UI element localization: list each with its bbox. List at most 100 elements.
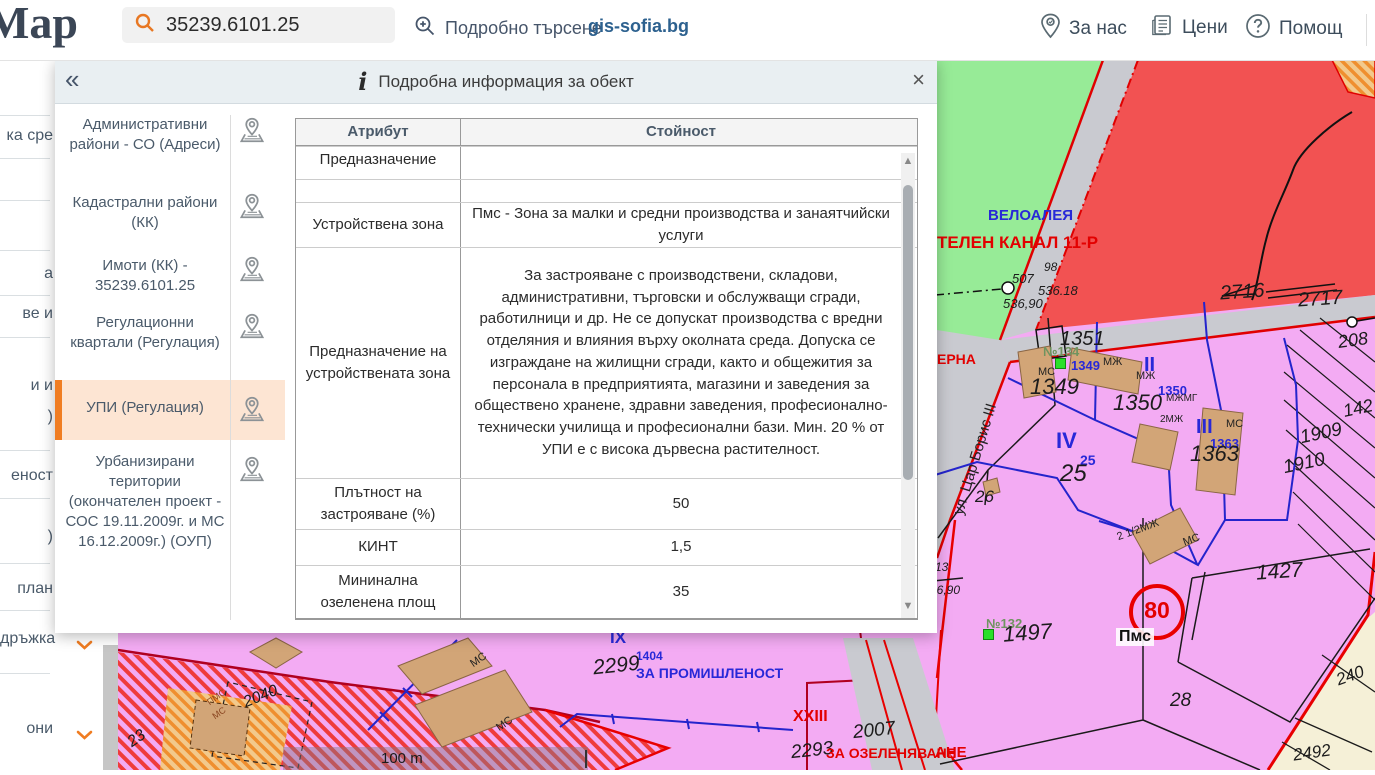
map-label-25: 25 [1060,460,1087,488]
divider [0,498,50,499]
sidebar-item-fragment[interactable]: ве и [0,305,53,323]
attr-cell: Предназначение на устройствената зона [296,248,461,478]
about-label: За нас [1069,18,1127,40]
map-label-507: 507 [1012,271,1034,286]
map-label-1363: 1363 [1190,441,1239,467]
map-label-1497: 1497 [1002,618,1053,647]
layer-item-regulacionni-kvartali[interactable]: Регулационни квартали (Регулация) [65,313,225,353]
map-pin-icon[interactable] [237,454,267,484]
attr-cell: КИНТ [296,530,461,565]
layer-item-upi-active[interactable]: УПИ (Регулация) [65,398,225,418]
map-label-536-18: 536.18 [1038,283,1078,298]
map-label-1427: 1427 [1255,558,1303,585]
scroll-up-icon[interactable]: ▲ [902,155,914,167]
info-icon: i [358,67,367,96]
value-cell: 1,5 [461,530,917,565]
sidebar-item-fragment[interactable]: ка сре [0,127,53,145]
sidebar-item-fragment[interactable]: план [0,580,53,598]
map-label-1350: 1350 [1113,390,1162,416]
sidebar-item-fragment[interactable]: ) [0,408,53,426]
value-cell: 35 [461,566,917,618]
divider [1366,14,1367,46]
map-label-kanal: ТЕЛЕН КАНАЛ 11-Р [937,233,1098,253]
map-label-ms-2: МС [1226,418,1243,430]
scroll-down-icon[interactable]: ▼ [902,600,914,612]
sidebar-item-fragment[interactable]: ) [0,528,53,546]
value-cell [461,180,917,202]
map-pin-icon[interactable] [237,394,267,424]
map-label-13: 13 [935,560,948,574]
collapse-panel-button[interactable]: « [65,64,79,95]
map-label-roman-iv: IV [1056,428,1077,454]
map-pin-icon[interactable] [237,191,267,221]
value-cell: За застрояване с производствени, складов… [461,248,917,478]
chevron-down-icon[interactable] [76,728,93,746]
search-plus-icon [414,15,436,42]
divider [0,295,50,296]
divider [0,337,50,338]
top-bar: Map Подробно търсене gis-sofia.bg За нас… [0,0,1375,61]
search-input[interactable] [164,13,368,38]
map-label-1349-blue: 1349 [1071,358,1100,373]
prices-button[interactable]: Цени [1150,13,1228,43]
table-row: Предназначение на устройствената зона За… [296,248,917,479]
divider [0,115,50,116]
divider [0,610,50,611]
map-label-2717: 2717 [1297,286,1343,312]
about-button[interactable]: За нас [1040,13,1127,45]
sidebar-item-fragment[interactable]: они [0,720,53,738]
map-pin-icon[interactable] [237,115,267,145]
help-button[interactable]: Помощ [1245,13,1343,45]
table-row [296,180,917,203]
map-label-28: 28 [1170,690,1191,712]
map-label-pms: Пмс [1116,628,1154,646]
location-pin-icon [1040,13,1061,45]
map-label-536-90: 536,90 [1003,296,1043,311]
value-cell [461,147,917,179]
map-label-za-ozelenyavane: ЗА ОЗЕЛЕНЯВАНЕ [826,745,956,761]
layer-item-admin-rayoni[interactable]: Административни райони - СО (Адреси) [65,115,225,155]
value-cell: 50 [461,479,917,529]
sidebar-scrollbar[interactable] [103,645,118,770]
divider [230,115,231,620]
attr-cell: Мининална озеленена площ [296,566,461,618]
app-logo[interactable]: Map [0,0,78,49]
chevron-down-icon[interactable] [76,638,93,656]
sidebar-item-fragment[interactable]: еност [0,467,53,485]
map-pin-icon[interactable] [237,254,267,284]
table-row: КИНТ 1,5 [296,530,917,566]
map-pin-icon[interactable] [237,311,267,341]
table-scrollbar-thumb[interactable] [903,185,913,480]
panel-title-text: Подробна информация за обект [378,72,633,92]
sidebar-item-fragment[interactable]: а [0,265,53,283]
map-label-mzh-2: МЖ [1136,370,1155,382]
map-label-veloaleya: ВЕЛОАЛЕЯ [988,207,1073,224]
table-row: Предназначение [296,147,917,180]
object-info-panel: i Подробна информация за обект « × Админ… [55,60,937,633]
close-icon[interactable]: × [912,67,925,93]
divider [0,158,50,159]
layer-item-imoti[interactable]: Имоти (КК) - 35239.6101.25 [65,256,225,296]
map-label-2716: 2716 [1219,279,1265,305]
advanced-search-button[interactable]: Подробно търсене [414,15,602,42]
site-link[interactable]: gis-sofia.bg [588,16,689,37]
active-layer-accent-bar [55,380,62,440]
column-header-value: Стойност [461,119,917,146]
map-label-xxiii: XXIII [793,708,828,726]
map-label-1404: 1404 [636,649,663,663]
map-label-za-promishlenost: ЗА ПРОМИШЛЕНОСТ [636,665,783,681]
map-label-1349: 1349 [1030,374,1079,400]
map-label-2007: 2007 [852,718,896,744]
map-scale-tick [585,750,587,768]
divider [0,200,50,201]
map-label-mzhmg: МЖМГ [1166,393,1197,404]
layer-item-kadastralni-rayoni[interactable]: Кадастрални райони (КК) [65,193,225,233]
panel-title: i Подробна информация за обект [55,60,937,103]
map-label-mzh-1: МЖ [1103,356,1122,368]
help-label: Помощ [1279,18,1343,40]
sidebar-item-fragment[interactable]: и и [0,377,53,395]
sidebar-item-fragment[interactable]: дръжка [0,630,53,648]
layer-item-urbanizirani-teritorii[interactable]: Урбанизирани територии (окончателен прое… [65,452,225,552]
question-circle-icon [1245,13,1271,45]
divider [0,450,50,451]
